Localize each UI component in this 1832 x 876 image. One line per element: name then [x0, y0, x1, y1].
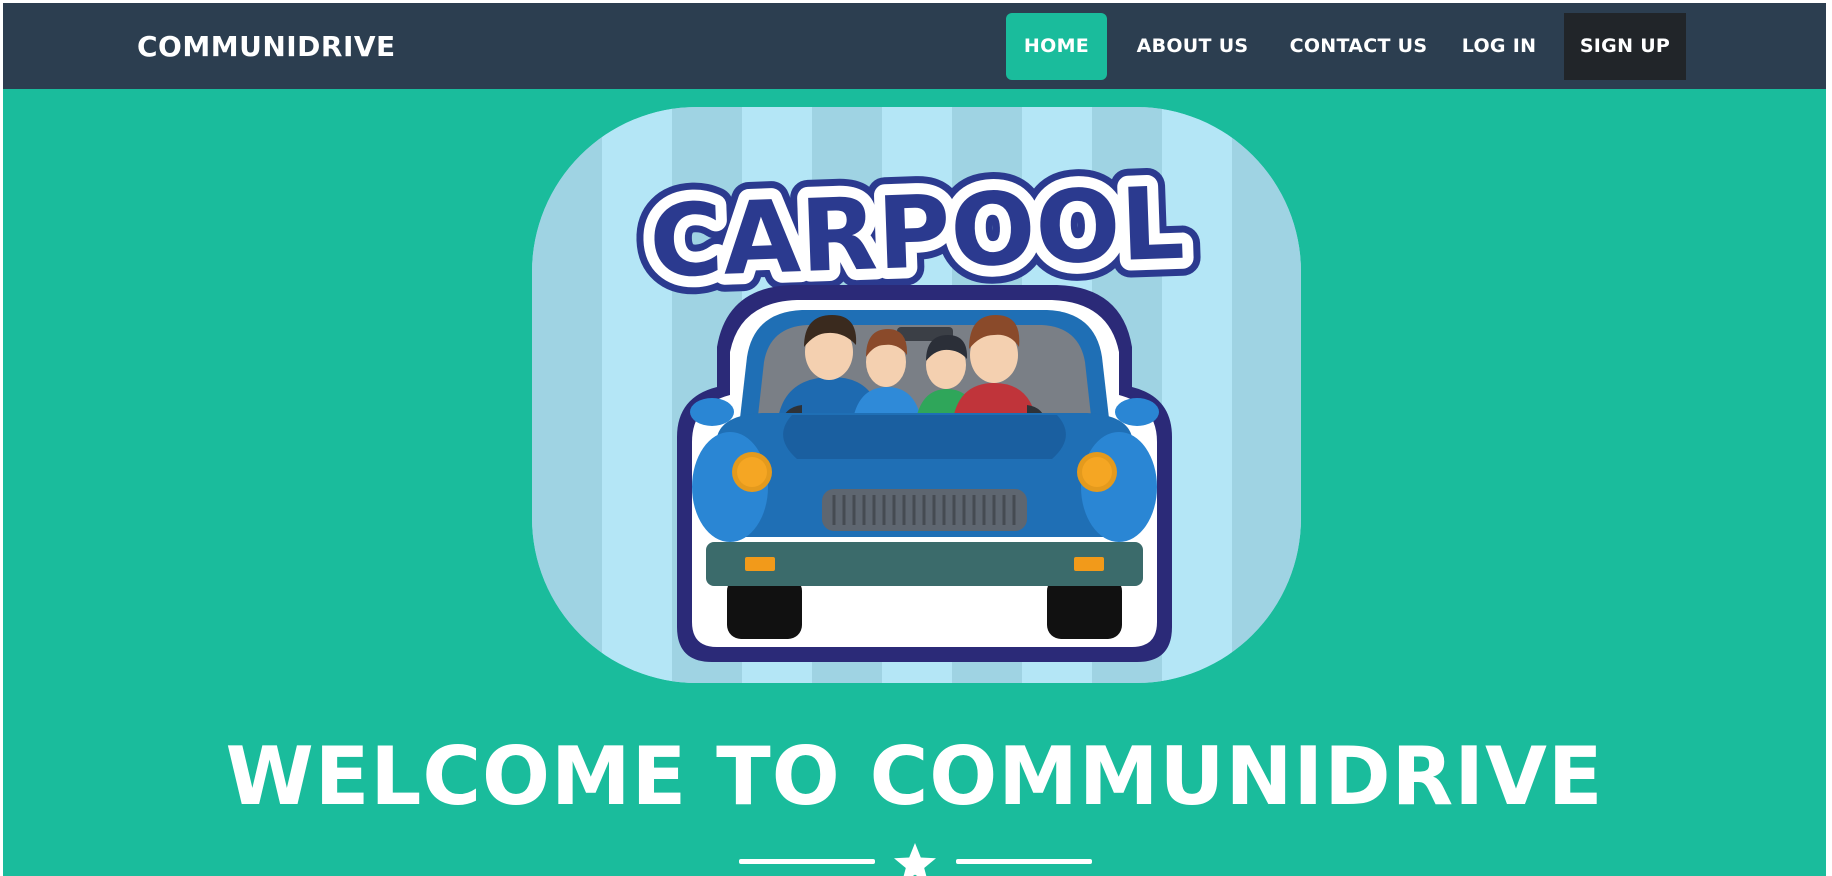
- carpool-hero-image: CARPOOL CARPOOL CARPOOL CARPOOL: [532, 107, 1301, 683]
- divider-line-right: [956, 859, 1092, 864]
- page-frame: COMMUNIDRIVE HOME ABOUT US CONTACT US LO…: [3, 3, 1826, 876]
- nav-contact-link[interactable]: CONTACT US: [1281, 13, 1436, 80]
- nav-signup-link[interactable]: SIGN UP: [1564, 13, 1686, 80]
- divider-line-left: [739, 859, 875, 864]
- welcome-heading: WELCOME TO COMMUNIDRIVE: [225, 730, 1604, 823]
- navbar: COMMUNIDRIVE HOME ABOUT US CONTACT US LO…: [3, 3, 1826, 89]
- brand-logo-link[interactable]: COMMUNIDRIVE: [137, 31, 396, 63]
- star-icon: [894, 843, 936, 876]
- car-illustration: [677, 285, 1172, 662]
- nav-about-link[interactable]: ABOUT US: [1120, 13, 1265, 80]
- carpool-logo-text: CARPOOL CARPOOL CARPOOL CARPOOL: [630, 147, 1205, 319]
- nav-login-link[interactable]: LOG IN: [1452, 13, 1546, 80]
- nav-home-link[interactable]: HOME: [1006, 13, 1107, 80]
